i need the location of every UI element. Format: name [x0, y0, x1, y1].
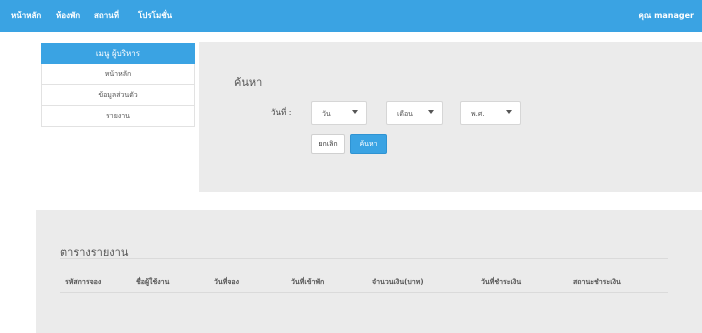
search-title: ค้นหา — [234, 76, 263, 89]
date-label: วันที่ : — [271, 108, 292, 117]
user-menu[interactable]: คุณ manager — [639, 10, 694, 22]
nav-home[interactable]: หน้าหลัก — [11, 10, 41, 22]
sidebar-item-report[interactable]: รายงาน — [41, 106, 195, 127]
column-header-checkin-date: วันที่เข้าพัก — [291, 278, 325, 286]
column-header-username: ชื่อผู้ใช้งาน — [136, 278, 170, 286]
sidebar-item-profile[interactable]: ข้อมูลส่วนตัว — [41, 85, 195, 106]
day-select-value: วัน — [322, 110, 331, 118]
chevron-down-icon — [352, 110, 358, 114]
month-select-value: เดือน — [397, 110, 413, 118]
column-header-booking-id: รหัสการจอง — [65, 278, 102, 286]
divider — [60, 258, 668, 259]
sidebar-header: เมนู ผู้บริหาร — [41, 43, 195, 64]
year-select[interactable]: พ.ศ. — [460, 101, 521, 125]
divider — [60, 292, 668, 293]
day-select[interactable]: วัน — [311, 101, 367, 125]
cancel-button[interactable]: ยกเลิก — [311, 134, 345, 154]
search-panel: ค้นหา วันที่ : วัน เดือน พ.ศ. — [199, 42, 702, 192]
sidebar-menu: เมนู ผู้บริหาร หน้าหลัก ข้อมูลส่วนตัว รา… — [41, 43, 195, 127]
column-header-amount: จำนวนเงิน(บาท) — [372, 278, 424, 286]
month-select[interactable]: เดือน — [386, 101, 443, 125]
report-panel: ตารางรายงาน รหัสการจอง ชื่อผู้ใช้งาน วัน… — [36, 210, 702, 333]
column-header-booking-date: วันที่จอง — [214, 278, 240, 286]
nav-promotions[interactable]: โปรโมชั่น — [138, 10, 172, 22]
column-header-payment-status: สถานะชำระเงิน — [573, 278, 621, 286]
nav-places[interactable]: สถานที่ — [94, 10, 119, 22]
nav-rooms[interactable]: ห้องพัก — [56, 10, 80, 22]
chevron-down-icon — [428, 110, 434, 114]
year-select-value: พ.ศ. — [471, 110, 485, 118]
top-navbar: หน้าหลัก ห้องพัก สถานที่ โปรโมชั่น คุณ m… — [0, 0, 702, 32]
column-header-payment-date: วันที่ชำระเงิน — [481, 278, 522, 286]
chevron-down-icon — [506, 110, 512, 114]
search-button[interactable]: ค้นหา — [350, 134, 387, 154]
sidebar-item-home[interactable]: หน้าหลัก — [41, 64, 195, 85]
